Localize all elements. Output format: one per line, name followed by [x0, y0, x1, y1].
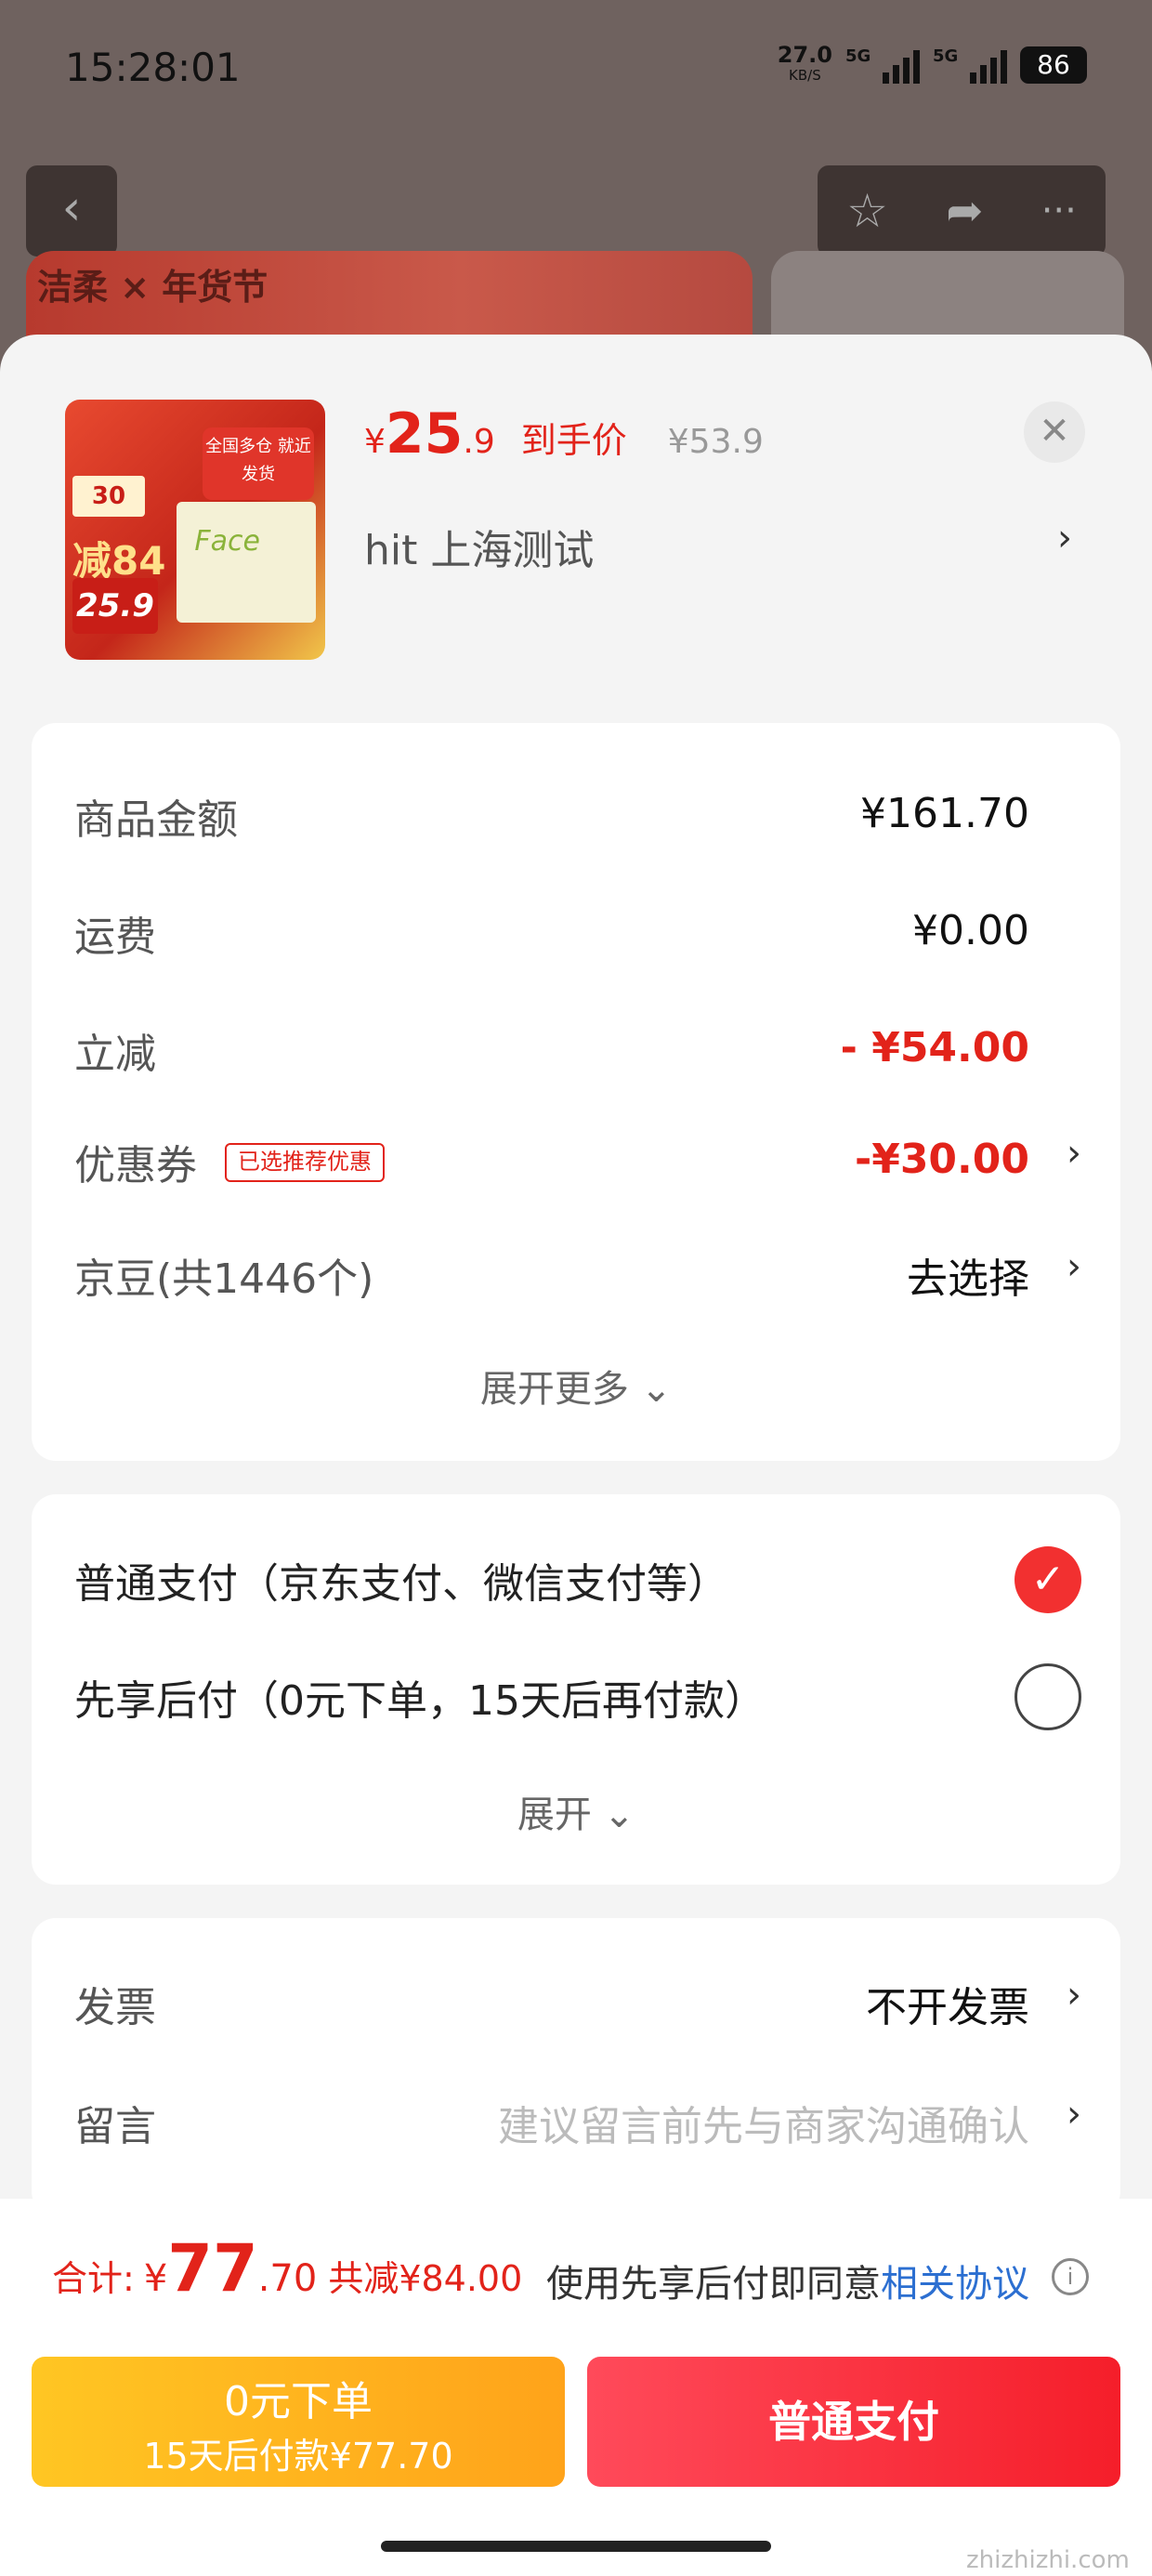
- normal-pay-button[interactable]: 普通支付: [587, 2357, 1120, 2487]
- close-icon: ✕: [1039, 410, 1070, 453]
- price-summary-card: 商品金额 ¥161.70 运费 ¥0.00 立减 - ¥54.00 优惠券 已选…: [32, 723, 1120, 1461]
- chevron-right-icon[interactable]: ›: [1067, 1132, 1081, 1175]
- chevron-right-icon[interactable]: ›: [1067, 1245, 1081, 1288]
- pay-later-button[interactable]: 0元下单 15天后付款¥77.70: [32, 2357, 565, 2487]
- close-button[interactable]: ✕: [1024, 401, 1085, 463]
- row-label-goods-amount: 商品金额: [74, 796, 238, 844]
- price-integer: 25: [385, 401, 464, 467]
- agreement-prefix: 使用先享后付即同意: [546, 2263, 881, 2306]
- agreement-link[interactable]: 相关协议: [881, 2263, 1029, 2306]
- signal-label: 5G: [845, 46, 871, 66]
- thumb-product-box: [177, 502, 316, 623]
- row-value-jd-beans[interactable]: 去选择: [907, 1245, 1029, 1305]
- thumb-price-badge: 25.9: [72, 578, 158, 634]
- share-icon[interactable]: ➦: [946, 185, 983, 237]
- total-saved: 共减¥84.00: [328, 2258, 523, 2299]
- price-decimal: .9: [463, 423, 495, 461]
- product-thumbnail[interactable]: 全国多仓 就近发货 30 减84 Face 25.9: [65, 400, 325, 660]
- home-indicator[interactable]: [381, 2541, 771, 2552]
- chevron-right-icon[interactable]: ›: [1067, 2093, 1081, 2136]
- row-label-invoice[interactable]: 发票: [74, 1974, 156, 2033]
- order-total: 合计: ¥ 77 .70 共减¥84.00: [52, 2230, 522, 2307]
- thumb-tag: 30: [72, 476, 145, 517]
- signal-label: 5G: [933, 46, 959, 66]
- row-label-shipping: 运费: [74, 913, 156, 961]
- row-label-jd-beans[interactable]: 京豆(共1446个): [74, 1245, 373, 1305]
- payment-option-pay-later[interactable]: 先享后付（0元下单，15天后再付款）: [74, 1667, 766, 1727]
- thumb-brand: Face: [194, 525, 260, 558]
- star-icon[interactable]: ☆: [846, 184, 888, 238]
- payment-option-normal[interactable]: 普通支付（京东支付、微信支付等）: [74, 1550, 728, 1610]
- row-label-message: 留言: [74, 2103, 156, 2150]
- total-label: 合计:: [52, 2258, 135, 2299]
- network-speed: 27.0 KB/S: [777, 42, 832, 85]
- product-spec[interactable]: hit 上海测试: [364, 517, 594, 576]
- status-time: 15:28:01: [65, 45, 241, 90]
- total-currency: ¥: [143, 2257, 168, 2300]
- chevron-right-icon[interactable]: ›: [1067, 1974, 1081, 2017]
- chevron-right-icon[interactable]: ›: [1057, 517, 1072, 559]
- signal-icon: 5G: [845, 46, 920, 84]
- row-value-coupon[interactable]: -¥30.00: [855, 1136, 1029, 1183]
- expand-link[interactable]: 展开 ⌄: [32, 1784, 1120, 1838]
- row-label-instant-discount: 立减: [74, 1031, 156, 1078]
- network-speed-unit: KB/S: [789, 67, 821, 84]
- coupon-tag: 已选推荐优惠: [225, 1143, 385, 1182]
- chevron-left-icon: ‹: [61, 180, 82, 236]
- invoice-note-card: 发票 不开发票 › 留言 建议留言前先与商家沟通确认 ›: [32, 1918, 1120, 2215]
- message-input-placeholder[interactable]: 建议留言前先与商家沟通确认: [498, 2093, 1029, 2152]
- top-action-bar: ☆ ➦ ···: [818, 165, 1106, 256]
- network-speed-value: 27.0: [777, 42, 832, 68]
- battery-icon: 86: [1020, 46, 1087, 84]
- original-price: ¥53.9: [667, 423, 764, 461]
- product-price: ¥ 25 .9 到手价 ¥53.9: [364, 401, 764, 467]
- thumb-flag: 全国多仓 就近发货: [203, 427, 314, 500]
- expand-more-link[interactable]: 展开更多 ⌄: [32, 1359, 1120, 1413]
- watermark: zhizhizhi.com: [966, 2546, 1130, 2574]
- agreement-text: 使用先享后付即同意相关协议: [546, 2254, 1029, 2307]
- more-icon[interactable]: ···: [1041, 190, 1077, 232]
- back-button[interactable]: ‹: [26, 165, 117, 256]
- total-decimal: .70: [257, 2257, 318, 2300]
- status-indicators: 27.0 KB/S 5G 5G 86: [778, 42, 1087, 88]
- radio-checked-icon[interactable]: ✓: [1015, 1546, 1081, 1613]
- total-integer: 77: [167, 2230, 258, 2307]
- payment-method-card: 普通支付（京东支付、微信支付等） ✓ 先享后付（0元下单，15天后再付款） 展开…: [32, 1494, 1120, 1885]
- row-value-invoice[interactable]: 不开发票: [866, 1974, 1029, 2033]
- info-icon[interactable]: i: [1052, 2258, 1089, 2295]
- pay-later-button-title: 0元下单: [224, 2378, 373, 2425]
- signal-icon: 5G: [933, 46, 1007, 84]
- price-currency: ¥: [364, 423, 386, 461]
- row-value-instant-discount: - ¥54.00: [840, 1024, 1029, 1071]
- banner-text: 洁柔 × 年货节: [37, 267, 268, 308]
- row-label-coupon[interactable]: 优惠券: [74, 1132, 197, 1191]
- row-value-shipping: ¥0.00: [912, 907, 1029, 954]
- row-value-goods-amount: ¥161.70: [860, 790, 1029, 837]
- radio-unchecked-icon[interactable]: [1015, 1663, 1081, 1730]
- pay-later-button-subtitle: 15天后付款¥77.70: [143, 2436, 453, 2477]
- price-label: 到手价: [520, 420, 627, 461]
